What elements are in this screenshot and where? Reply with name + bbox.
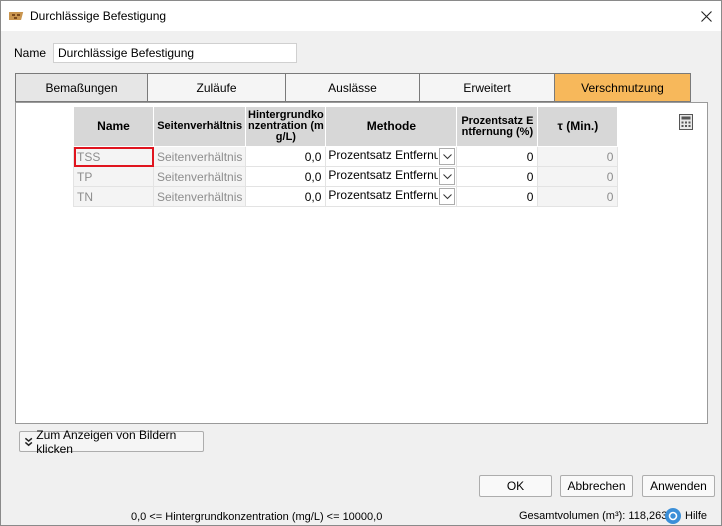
method-dropdown[interactable]: Prozentsatz Entfernung <box>325 166 458 187</box>
header-name[interactable]: Name <box>73 106 154 147</box>
cancel-button[interactable]: Abbrechen <box>560 475 633 497</box>
help-link[interactable]: Hilfe <box>685 510 707 522</box>
cell-percent[interactable]: 0 <box>456 146 539 167</box>
tab-bar: Bemaßungen Zuläufe Auslässe Erweitert Ve… <box>15 73 691 102</box>
cell-name[interactable]: TN <box>73 186 154 207</box>
cell-ratio[interactable]: Seitenverhältnis <box>152 186 247 207</box>
dropdown-button[interactable] <box>439 168 456 185</box>
pavement-icon <box>9 12 24 20</box>
header-concentration[interactable]: Hintergrundkonzentration (mg/L) <box>245 106 327 147</box>
table-row: TSS Seitenverhältnis 0,0 Prozentsatz Ent… <box>73 146 619 167</box>
header-method[interactable]: Methode <box>325 106 458 147</box>
header-tau[interactable]: τ (Min.) <box>537 106 619 147</box>
name-label: Name <box>14 46 47 60</box>
tab-auslaesse[interactable]: Auslässe <box>286 73 420 102</box>
dropdown-button[interactable] <box>439 188 456 205</box>
cell-concentration[interactable]: 0,0 <box>245 186 327 207</box>
close-button[interactable] <box>691 1 721 31</box>
cell-percent[interactable]: 0 <box>456 186 539 207</box>
total-volume: Gesamtvolumen (m³): 118,263 <box>519 510 668 522</box>
cell-ratio[interactable]: Seitenverhältnis <box>152 146 247 167</box>
chevron-down-icon <box>443 153 452 159</box>
tab-bemassungen[interactable]: Bemaßungen <box>15 73 148 102</box>
ok-button[interactable]: OK <box>479 475 552 497</box>
method-dropdown[interactable]: Prozentsatz Entfernung <box>325 186 458 207</box>
cell-percent[interactable]: 0 <box>456 166 539 187</box>
apply-button[interactable]: Anwenden <box>642 475 715 497</box>
double-chevron-down-icon <box>24 437 33 446</box>
show-images-label: Zum Anzeigen von Bildern klicken <box>36 427 177 456</box>
chevron-down-icon <box>443 193 452 199</box>
cell-tau[interactable]: 0 <box>537 166 619 187</box>
cell-name[interactable]: TSS <box>73 146 154 167</box>
cell-concentration[interactable]: 0,0 <box>245 166 327 187</box>
cell-concentration[interactable]: 0,0 <box>245 146 327 167</box>
range-hint: 0,0 <= Hintergrundkonzentration (mg/L) <… <box>131 511 383 523</box>
title-bar: Durchlässige Befestigung <box>1 1 721 31</box>
cell-tau[interactable]: 0 <box>537 146 619 167</box>
tab-erweitert[interactable]: Erweitert <box>420 73 555 102</box>
header-ratio[interactable]: Seitenverhältnis <box>152 106 247 147</box>
tab-zulaeufe[interactable]: Zuläufe <box>148 73 286 102</box>
calculator-icon[interactable] <box>679 114 693 130</box>
pollutant-grid: Name Seitenverhältnis Hintergrundkonzent… <box>73 106 619 207</box>
cell-tau[interactable]: 0 <box>537 186 619 207</box>
method-value: Prozentsatz Entfernung <box>328 148 438 162</box>
show-images-button[interactable]: Zum Anzeigen von Bildern klicken <box>19 428 204 456</box>
method-value: Prozentsatz Entfernung <box>328 188 438 202</box>
method-dropdown[interactable]: Prozentsatz Entfernung <box>325 146 458 167</box>
tab-verschmutzung[interactable]: Verschmutzung <box>555 73 691 102</box>
dialog-window: Durchlässige Befestigung Name Bemaßungen… <box>0 0 722 526</box>
help-icon[interactable] <box>665 508 681 524</box>
cell-ratio[interactable]: Seitenverhältnis <box>152 166 247 187</box>
lifebuoy-icon <box>668 511 678 521</box>
chevron-down-icon <box>443 173 452 179</box>
name-input[interactable] <box>53 43 297 63</box>
grid-header-row: Name Seitenverhältnis Hintergrundkonzent… <box>73 106 619 147</box>
close-icon <box>700 10 712 22</box>
header-percent-removal[interactable]: Prozentsatz Entfernung (%) <box>456 106 539 147</box>
table-row: TN Seitenverhältnis 0,0 Prozentsatz Entf… <box>73 186 619 207</box>
method-value: Prozentsatz Entfernung <box>328 168 438 182</box>
cell-name[interactable]: TP <box>73 166 154 187</box>
table-row: TP Seitenverhältnis 0,0 Prozentsatz Entf… <box>73 166 619 187</box>
window-title: Durchlässige Befestigung <box>30 9 167 23</box>
dropdown-button[interactable] <box>439 148 456 165</box>
